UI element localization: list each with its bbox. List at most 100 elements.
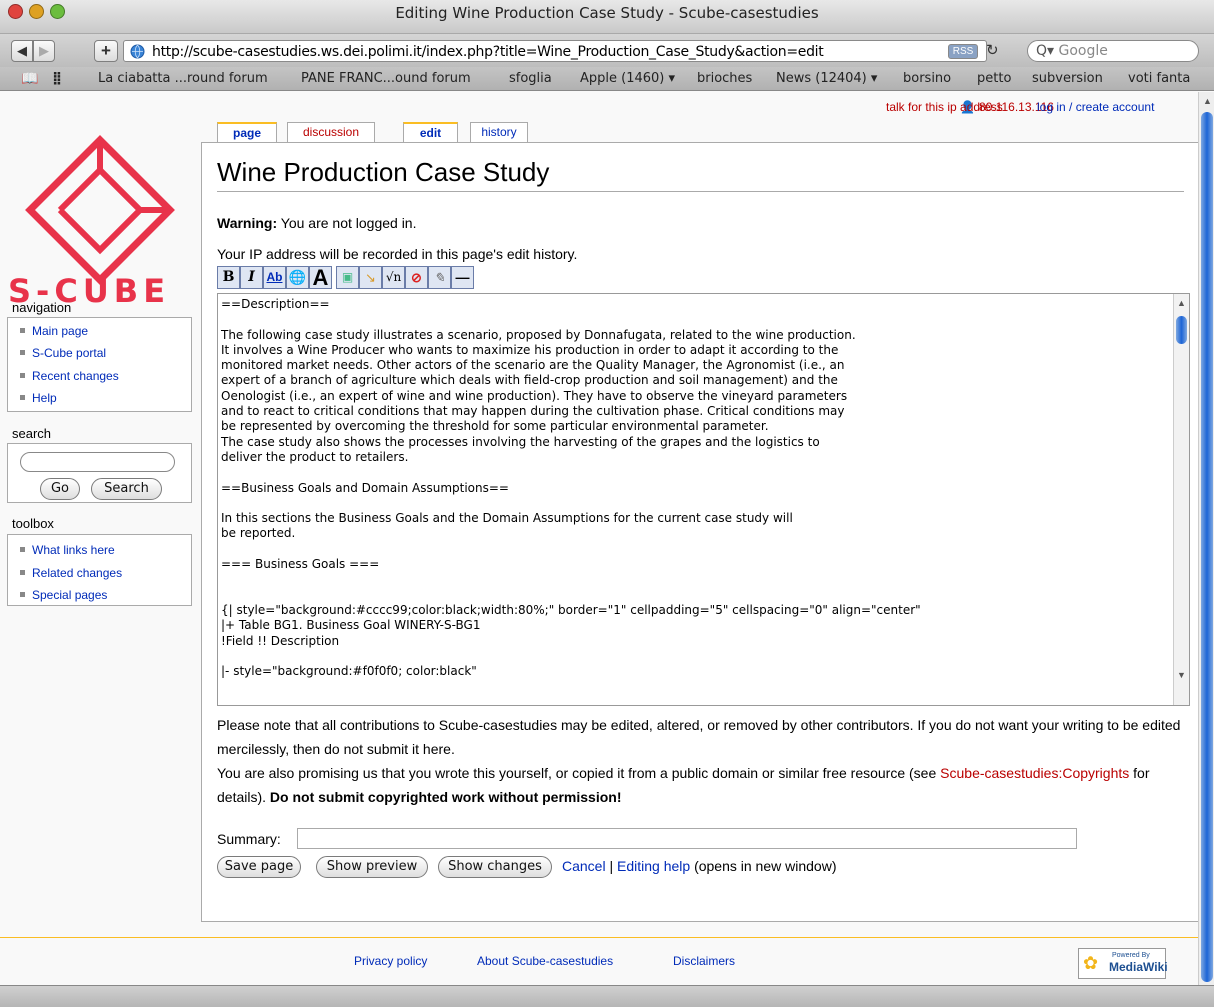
promise-note: You are also promising us that you wrote… [217,765,1150,805]
search-placeholder: Q▾ Google [1036,43,1108,59]
toolbox-portlet: What links here Related changes Special … [7,534,192,606]
embedded-image-icon[interactable]: ▣ [336,266,359,289]
nav-item-help[interactable]: Help [20,391,57,405]
powered-by-mediawiki-badge[interactable]: ✿ Powered By MediaWiki [1078,948,1168,979]
copyrights-link[interactable]: Scube-casestudies:Copyrights [940,765,1129,781]
reload-icon[interactable]: ↻ [986,41,999,59]
nav-item-scube-portal[interactable]: S-Cube portal [20,346,106,360]
page-scroll-thumb[interactable] [1201,112,1213,982]
book-icon[interactable]: 📖 [21,71,38,87]
tab-page[interactable]: page [217,122,277,142]
navigation-portlet: Main page S-Cube portal Recent changes H… [7,317,192,412]
editor-scroll-thumb[interactable] [1176,316,1187,344]
toolbox-item-what-links-here[interactable]: What links here [20,543,115,557]
title-bar: Editing Wine Production Case Study - Scu… [0,0,1214,34]
signature-icon[interactable]: ✎ [428,266,451,289]
back-arrow-icon: ◀ [17,43,27,58]
bookmark-item[interactable]: sfoglia [509,71,552,86]
headline-icon[interactable]: A [309,266,332,289]
editing-help-link[interactable]: Editing help [617,858,690,874]
content-area: Wine Production Case Study Warning: You … [201,142,1198,922]
globe-icon [130,44,145,59]
back-button[interactable]: ◀ [11,40,33,62]
bookmark-item[interactable]: brioches [697,71,752,86]
nav-item-main-page[interactable]: Main page [20,324,88,338]
bookmark-item[interactable]: petto [977,71,1011,86]
tab-history[interactable]: history [470,122,528,142]
mediawiki-flower-icon: ✿ [1083,953,1099,973]
scroll-down-arrow-icon[interactable]: ▼ [1177,670,1186,680]
bookmark-item[interactable]: PANE FRANC...ound forum [301,71,471,86]
footer: Privacy policy About Scube-casestudies D… [0,937,1198,985]
horizontal-line-icon[interactable]: — [451,266,474,289]
search-heading: search [12,426,52,441]
go-button[interactable]: Go [40,478,80,500]
scroll-up-arrow-icon[interactable]: ▲ [1177,298,1186,308]
save-page-button[interactable]: Save page [217,856,301,878]
edit-links: Cancel | Editing help (opens in new wind… [562,858,837,874]
editor-scrollbar[interactable]: ▲ ▼ [1173,294,1189,705]
magnifier-icon: Q▾ [1036,43,1055,59]
browser-toolbar: ◀ ▶ + http://scube-casestudies.ws.dei.po… [0,34,1214,67]
login-warning: Warning: You are not logged in. [217,215,417,231]
grid-icon[interactable]: ⣿ [52,71,62,86]
media-link-icon[interactable]: ↘ [359,266,382,289]
contribution-note: Please note that all contributions to Sc… [217,717,1181,757]
nav-item-recent-changes[interactable]: Recent changes [20,369,119,383]
web-page: 👤 80.116.13.116 talk for this ip address… [0,92,1198,985]
rss-badge[interactable]: RSS [948,44,978,59]
toolbox-item-special-pages[interactable]: Special pages [20,588,107,602]
cancel-link[interactable]: Cancel [562,858,606,874]
search-portlet: Go Search [7,443,192,503]
navigation-heading: navigation [12,300,72,315]
login-link[interactable]: log in / create account [1037,100,1154,114]
italic-icon[interactable]: I [240,266,263,289]
external-link-icon[interactable]: 🌐 [286,266,309,289]
bold-icon[interactable]: B [217,266,240,289]
ip-record-notice: Your IP address will be recorded in this… [217,246,578,262]
nowiki-icon[interactable]: ⊘ [405,266,428,289]
bookmark-item[interactable]: subversion [1032,71,1103,86]
bookmark-item[interactable]: News (12404) ▾ [776,71,877,86]
bookmark-item[interactable]: voti fanta [1128,71,1190,86]
bookmark-item[interactable]: borsino [903,71,951,86]
bookmark-item[interactable]: La ciabatta ...round forum [98,71,268,86]
forward-arrow-icon: ▶ [39,43,49,58]
status-bar [0,985,1214,1007]
search-button[interactable]: Search [91,478,162,500]
browser-search-field[interactable]: Q▾ Google [1027,40,1199,62]
page-title: Wine Production Case Study [217,157,1184,192]
summary-input[interactable] [297,828,1077,849]
wikitext-content: ==Description== The following case study… [221,297,921,679]
window-title: Editing Wine Production Case Study - Scu… [395,4,819,22]
math-formula-icon[interactable]: √n [382,266,405,289]
edit-toolbar: B I Ab 🌐 A ▣ ↘ √n ⊘ ✎ — [217,266,547,290]
badge-main-text: MediaWiki [1109,960,1168,974]
add-bookmark-button[interactable]: + [94,40,118,62]
page-scrollbar[interactable]: ▲ [1198,92,1214,985]
wikitext-editor[interactable]: ==Description== The following case study… [217,293,1190,706]
search-input[interactable] [20,452,175,472]
summary-label: Summary: [217,831,281,847]
show-changes-button[interactable]: Show changes [438,856,552,878]
plus-icon: + [101,41,111,60]
talk-ip-link[interactable]: talk for this ip address [886,100,1003,114]
copyright-notice: Please note that all contributions to Sc… [217,713,1192,809]
page-scroll-up-arrow-icon[interactable]: ▲ [1203,96,1212,106]
browser-window: Editing Wine Production Case Study - Scu… [0,0,1214,1007]
disclaimers-link[interactable]: Disclaimers [673,954,735,968]
bookmarks-bar: 📖 ⣿ La ciabatta ...round forum PANE FRAN… [0,67,1214,91]
tab-edit[interactable]: edit [403,122,458,142]
bookmark-item[interactable]: Apple (1460) ▾ [580,71,675,86]
url-text: http://scube-casestudies.ws.dei.polimi.i… [152,44,824,60]
toolbox-item-related-changes[interactable]: Related changes [20,566,122,580]
toolbox-heading: toolbox [12,516,54,531]
badge-top-text: Powered By [1112,952,1150,959]
address-bar[interactable]: http://scube-casestudies.ws.dei.polimi.i… [123,40,999,62]
internal-link-icon[interactable]: Ab [263,266,286,289]
privacy-policy-link[interactable]: Privacy policy [354,954,427,968]
show-preview-button[interactable]: Show preview [316,856,428,878]
forward-button[interactable]: ▶ [33,40,55,62]
about-link[interactable]: About Scube-casestudies [477,954,613,968]
tab-discussion[interactable]: discussion [287,122,375,142]
